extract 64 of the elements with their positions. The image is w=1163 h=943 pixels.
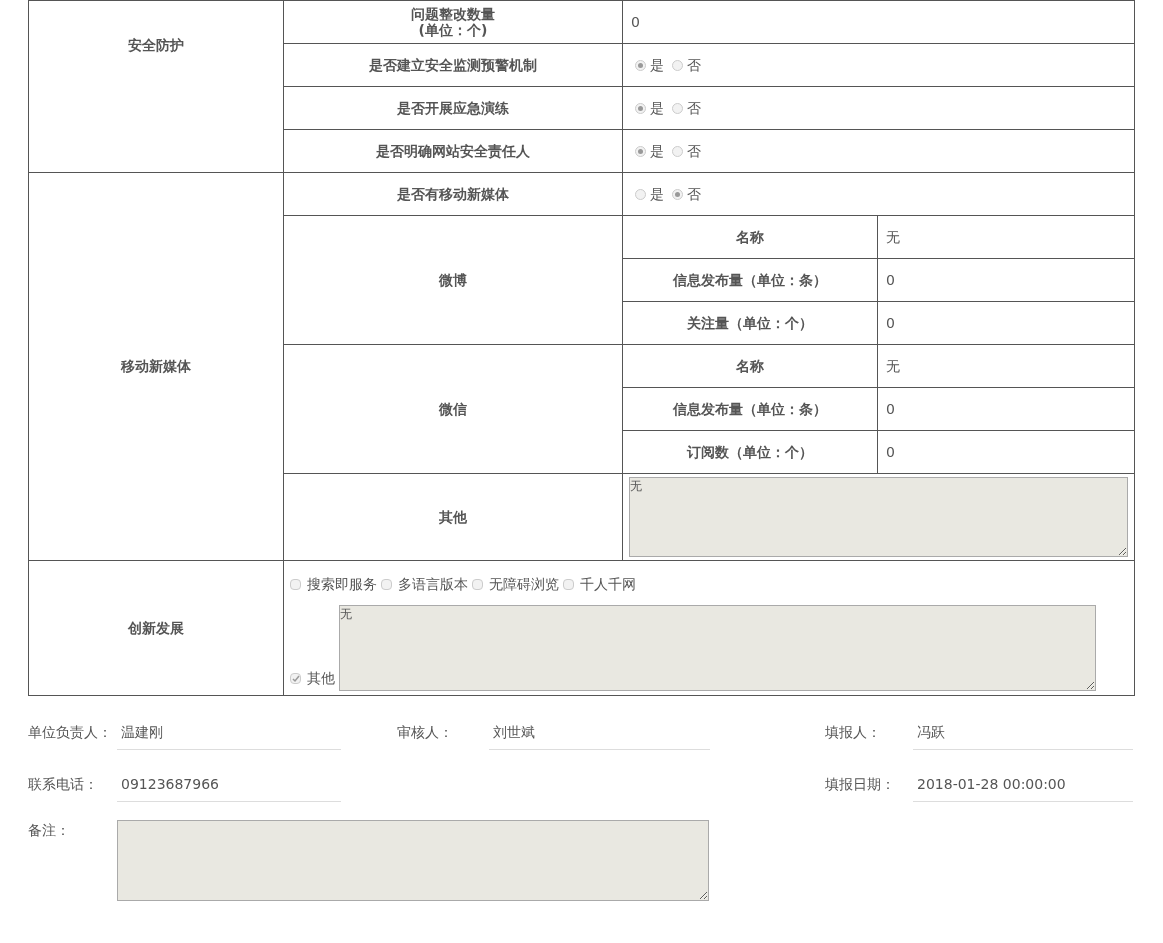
checkbox[interactable] [290, 673, 301, 684]
checkbox-label: 多语言版本 [398, 575, 468, 594]
field-label: 审核人： [397, 723, 454, 742]
section-label: 安全防护 [128, 37, 184, 53]
row-label: 问题整改数量 (单位：个) [411, 6, 495, 38]
cell-value: 无 [886, 357, 900, 374]
cell-value: 0 [631, 13, 640, 30]
row-label: 是否建立安全监测预警机制 [369, 57, 537, 73]
radio-button[interactable] [635, 145, 646, 157]
section-label: 创新发展 [128, 619, 184, 636]
field-label: 填报人： [825, 723, 882, 742]
row-label: 订阅数（单位：个） [687, 444, 813, 460]
radio-button[interactable] [635, 102, 646, 114]
text-area[interactable]: 无 [629, 477, 1128, 557]
cell-value: 0 [886, 443, 895, 460]
checkbox-label: 千人千网 [580, 575, 636, 594]
checkbox[interactable] [290, 579, 301, 590]
radio-label: 是 [650, 184, 664, 204]
radio-label: 是 [650, 98, 664, 118]
radio-label: 否 [687, 141, 701, 161]
radio-button[interactable] [672, 145, 683, 157]
checkbox[interactable] [472, 579, 483, 590]
row-label: 是否有移动新媒体 [397, 186, 509, 202]
row-label: 信息发布量（单位：条） [673, 272, 827, 288]
checkbox[interactable] [563, 579, 574, 590]
row-label: 微信 [439, 401, 467, 417]
row-label: 是否明确网站安全责任人 [376, 143, 530, 159]
field-label: 联系电话： [28, 775, 99, 794]
checkbox-label: 无障碍浏览 [489, 575, 559, 594]
text-field[interactable]: 刘世斌 [489, 716, 710, 750]
cell-value: 无 [886, 228, 900, 245]
radio-button[interactable] [635, 59, 646, 71]
radio-button[interactable] [672, 59, 683, 71]
text-field[interactable]: 2018-01-28 00:00:00 [913, 768, 1133, 802]
radio-label: 否 [687, 98, 701, 118]
row-label: 其他 [439, 509, 467, 525]
radio-button[interactable] [672, 188, 683, 200]
row-label: 信息发布量（单位：条） [673, 401, 827, 417]
row-label: 是否开展应急演练 [397, 100, 509, 116]
row-label: 关注量（单位：个） [687, 315, 813, 331]
radio-label: 是 [650, 55, 664, 75]
text-area[interactable]: 无 [339, 605, 1096, 691]
row-label: 名称 [736, 358, 764, 374]
radio-label: 是 [650, 141, 664, 161]
checkbox-label: 搜索即服务 [307, 575, 377, 594]
cell-value: 0 [886, 271, 895, 288]
text-field[interactable]: 冯跃 [913, 716, 1133, 750]
field-label: 填报日期： [825, 775, 896, 794]
radio-label: 否 [687, 184, 701, 204]
text-field[interactable]: 09123687966 [117, 768, 341, 802]
cell-value: 0 [886, 314, 895, 331]
radio-label: 否 [687, 55, 701, 75]
field-label: 单位负责人： [28, 723, 113, 742]
row-label: 微博 [439, 272, 467, 288]
text-area[interactable] [117, 820, 709, 901]
row-label: 名称 [736, 229, 764, 245]
checkbox[interactable] [381, 579, 392, 590]
text-field[interactable]: 温建刚 [117, 716, 341, 750]
radio-button[interactable] [672, 102, 683, 114]
field-label: 备注： [28, 821, 71, 840]
checkbox-label: 其他 [307, 669, 335, 688]
radio-button[interactable] [635, 188, 646, 200]
section-label: 移动新媒体 [121, 358, 191, 374]
cell-value: 0 [886, 400, 895, 417]
